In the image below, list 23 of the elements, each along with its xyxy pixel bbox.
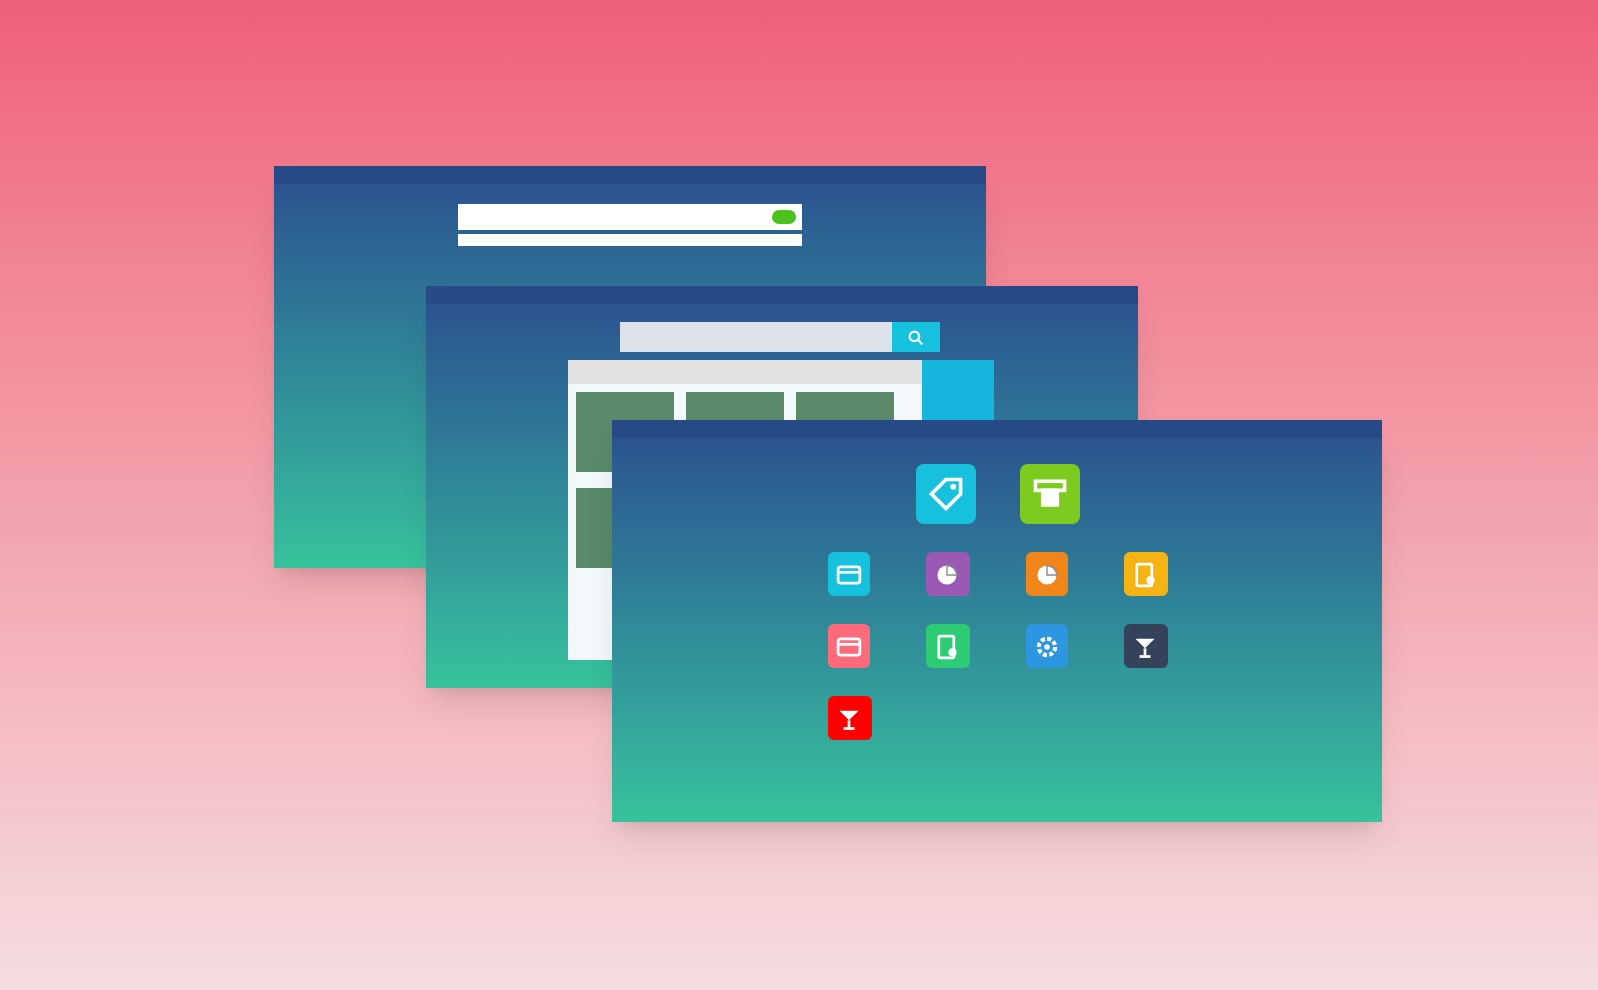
pie-chart-icon (932, 559, 963, 589)
app-tile[interactable] (827, 552, 870, 596)
app-tile[interactable] (1025, 552, 1068, 596)
app-tile[interactable] (827, 624, 870, 668)
app-tile[interactable] (1124, 552, 1167, 596)
gear-icon (1031, 631, 1062, 661)
card-icon (833, 559, 864, 589)
search-button[interactable] (892, 322, 940, 352)
side-panel (922, 360, 994, 420)
app-tile[interactable] (827, 696, 871, 740)
document-icon (1130, 559, 1161, 589)
search-icon (908, 329, 924, 345)
document-icon (932, 631, 963, 661)
tag-icon (925, 474, 965, 514)
search-button[interactable] (772, 210, 796, 224)
app-tile[interactable] (1025, 624, 1068, 668)
search-field[interactable] (620, 322, 892, 352)
app-tile[interactable] (1019, 464, 1079, 524)
app-tile[interactable] (1124, 624, 1167, 668)
app-tile[interactable] (926, 552, 969, 596)
card-icon (833, 631, 864, 661)
app-tile[interactable] (926, 624, 969, 668)
app-tile[interactable] (915, 464, 975, 524)
